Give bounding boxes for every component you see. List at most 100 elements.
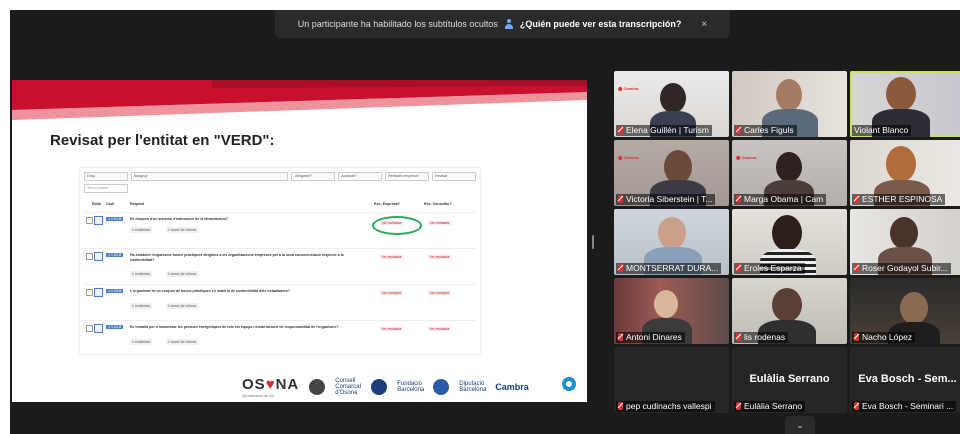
participant-tile[interactable]: Nacho López	[850, 278, 960, 344]
mic-muted-icon	[618, 402, 623, 410]
shared-screen: Revisat per l'entitat en "VERD": Grup Su…	[12, 80, 587, 402]
osona-logo-subtitle: Ajuntament de Vic	[242, 393, 275, 398]
participant-tile[interactable]: Eva Bosch - Sem... Eva Bosch - Seminari …	[850, 347, 960, 413]
filter-accepted[interactable]: Accepat?	[338, 172, 383, 181]
transcript-visibility-link[interactable]: ¿Quién puede ver esta transcripción?	[520, 19, 682, 29]
slide-thumbnail: ⬤ Cambra	[618, 155, 639, 160]
row-checkbox[interactable]	[86, 253, 93, 260]
participant-tile[interactable]: ⬤ Cambra Victoria Siberstein | T...	[614, 140, 729, 206]
evidence-button[interactable]: 1 evidència	[130, 339, 153, 345]
participant-name-label: ESTHER ESPINOSA	[852, 194, 946, 205]
participant-tile[interactable]: Eulàlia Serrano Eulàlia Serrano	[732, 347, 847, 413]
participant-video	[660, 83, 686, 113]
filter-required[interactable]: Obligatori?	[291, 172, 336, 181]
osona-logo-text-b: NA	[275, 376, 300, 393]
row-code: 1.1.04.B	[106, 325, 124, 329]
participant-tile[interactable]: pep cudinachs vallespi	[614, 347, 729, 413]
filter-bar: Grup Subgrup Obligatori? Accepat? Revisa…	[84, 172, 477, 181]
person-icon	[504, 19, 514, 29]
participant-name-label: MONTSERRAT DURA...	[616, 263, 722, 274]
status-badge: No revisada	[428, 221, 452, 225]
participant-name-label: Roser Godayol Subir...	[852, 263, 951, 274]
evidence-button[interactable]: 1 evidència	[130, 227, 153, 233]
participant-tile[interactable]: Carles Figuls	[732, 71, 847, 137]
filter-group[interactable]: Grup	[84, 172, 128, 181]
osona-logo-text-a: OS	[242, 376, 266, 393]
osona-logo: OS♥NA Ajuntament de Vic	[242, 376, 300, 398]
participant-center-name: Eva Bosch - Sem...	[858, 373, 957, 385]
edit-icon[interactable]	[94, 324, 103, 333]
col-code: Codi	[106, 202, 114, 206]
captions-message: Un participante ha habilitado los subtít…	[297, 19, 498, 29]
mic-muted-icon	[736, 195, 741, 203]
participant-tile[interactable]: lis rodenas	[732, 278, 847, 344]
participant-video	[772, 288, 802, 322]
col-company-result: Res. Empresa?	[374, 202, 400, 206]
participant-tile[interactable]: MONTSERRAT DURA...	[614, 209, 729, 275]
resize-handle[interactable]	[592, 235, 594, 249]
participant-tile[interactable]: Violant Blanco	[850, 71, 960, 137]
close-icon[interactable]: ×	[701, 19, 707, 30]
evidence-button[interactable]: 1 evidència	[130, 303, 153, 309]
col-requirement: Requisit	[130, 202, 145, 206]
meeting-window: Un participante ha habilitado los subtít…	[10, 10, 960, 434]
participant-video	[776, 152, 802, 182]
filter-company-review[interactable]: Revisant empresa?	[385, 172, 430, 181]
improvement-button[interactable]: 1 acció de millora	[166, 303, 198, 309]
improvement-button[interactable]: 1 acció de millora	[166, 339, 198, 345]
status-badge: No revisada	[380, 327, 404, 331]
slide-title: Revisat per l'entitat en "VERD":	[50, 132, 275, 149]
participant-tile[interactable]: ESTHER ESPINOSA	[850, 140, 960, 206]
participant-name-label: pep cudinachs vallespi	[616, 401, 715, 412]
diputacio-logo-icon	[433, 379, 450, 395]
row-checkbox[interactable]	[86, 325, 93, 332]
mic-muted-icon	[736, 126, 741, 134]
evidence-button[interactable]: 1 evidència	[130, 271, 153, 277]
consell-logo-icon	[309, 379, 326, 395]
improvement-button[interactable]: 1 acció de millora	[166, 227, 198, 233]
edit-icon[interactable]	[94, 252, 103, 261]
participant-tile[interactable]: ⬤ Cambra Elena Guillén | Turism	[614, 71, 729, 137]
table-row: 1.1.04.B Es treballa per a minimitzar le…	[84, 320, 476, 357]
participant-video	[772, 215, 802, 251]
mic-muted-icon	[618, 333, 623, 341]
slide-thumbnail: ⬤ Cambra	[736, 155, 757, 160]
participant-video	[664, 150, 692, 184]
mic-muted-icon	[854, 195, 859, 203]
participant-tile[interactable]: ⬤ Cambra Marga Obama | Cam	[732, 140, 847, 206]
participant-video	[776, 79, 802, 111]
mic-muted-icon	[736, 333, 741, 341]
participant-name-label: Eva Bosch - Seminari ...	[852, 401, 957, 412]
mic-muted-icon	[854, 402, 859, 410]
mic-muted-icon	[618, 195, 623, 203]
participant-name-label: Marga Obama | Cam	[734, 194, 827, 205]
participant-name-label: Eroles Esparza	[734, 263, 805, 274]
mic-muted-icon	[736, 402, 741, 410]
improvement-button[interactable]: 1 acció de millora	[166, 271, 198, 277]
status-badge: No revisada	[428, 327, 452, 331]
row-checkbox[interactable]	[86, 217, 93, 224]
slide-footer-logos: OS♥NA Ajuntament de Vic Consell Comarcal…	[242, 372, 582, 402]
row-code: 1.1.03.B	[106, 289, 124, 293]
search-input[interactable]: Text a buscar	[84, 184, 128, 193]
status-badge: No revisada	[428, 291, 452, 295]
diputacio-logo-text: Diputació Barcelona	[459, 381, 487, 393]
participant-video	[890, 217, 918, 249]
participant-tile[interactable]: Eroles Esparza	[732, 209, 847, 275]
participant-video	[654, 290, 678, 318]
requirements-table-panel: Grup Subgrup Obligatori? Accepat? Revisa…	[80, 168, 480, 354]
participant-video	[658, 217, 686, 249]
chevron-down-icon[interactable]: ⌄	[785, 416, 815, 434]
participant-name-label: Carles Figuls	[734, 125, 797, 136]
status-badge: No revisada	[380, 291, 404, 295]
participant-tile[interactable]: Antoni Dinares	[614, 278, 729, 344]
edit-icon[interactable]	[94, 288, 103, 297]
filter-subgroup[interactable]: Subgrup	[130, 172, 289, 181]
row-code: 1.1.01.B	[106, 217, 124, 221]
edit-icon[interactable]	[94, 216, 103, 225]
filter-reviewed[interactable]: Revisat	[432, 172, 477, 181]
mic-muted-icon	[618, 264, 623, 272]
participant-tile[interactable]: Roser Godayol Subir...	[850, 209, 960, 275]
cambra-logo: Cambra	[495, 382, 529, 392]
row-checkbox[interactable]	[86, 289, 93, 296]
